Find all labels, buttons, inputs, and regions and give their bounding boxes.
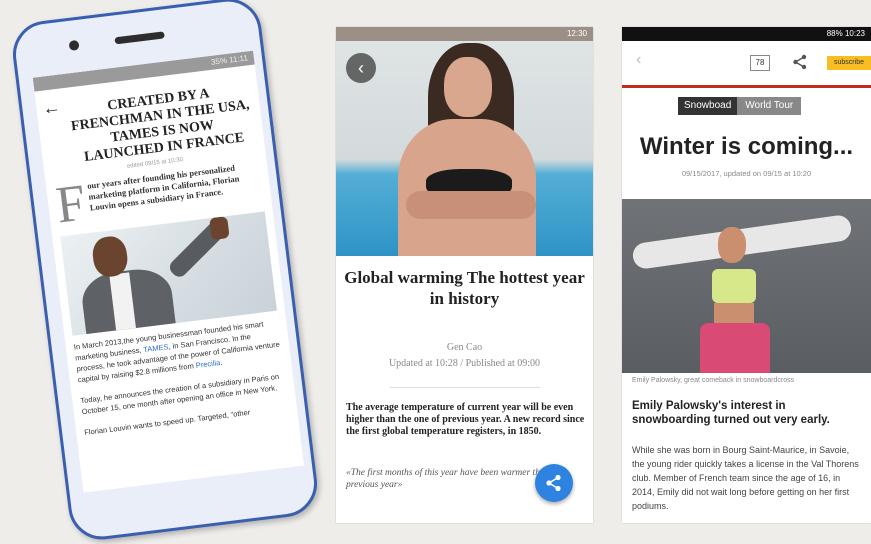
article-photo xyxy=(60,211,277,336)
arrow-left-icon[interactable]: ← xyxy=(41,97,61,120)
article-screen-right: 88% 10:23 ‹ 78 subscribe Snowboad World … xyxy=(622,27,871,523)
phone-left: 35% 11:11 ← CREATED BY A FRENCHMAN IN TH… xyxy=(9,0,321,544)
divider xyxy=(390,387,540,388)
category-tags: Snowboad World Tour xyxy=(678,97,802,115)
status-bar: 88% 10:23 xyxy=(622,27,871,41)
publish-info: Updated at 10:28 / Published at 09:00 xyxy=(388,358,541,369)
precilia-link[interactable]: Precilia xyxy=(195,358,221,370)
article-lead: The average temperature of current year … xyxy=(346,402,585,437)
back-arrow-icon[interactable]: ‹ xyxy=(346,53,376,83)
article-body: While she was born in Bourg Saint-Mauric… xyxy=(632,445,859,511)
tag-snowboard[interactable]: Snowboad xyxy=(678,97,738,115)
comment-count[interactable]: 78 xyxy=(750,55,770,71)
status-time: 12:30 xyxy=(566,29,587,38)
article-photo xyxy=(622,199,871,373)
article-screen-middle: 12:30 ‹ Global warming The hottest year … xyxy=(336,27,593,523)
text: . xyxy=(219,357,223,367)
toolbar: ‹ 78 subscribe xyxy=(622,41,871,88)
share-icon xyxy=(546,474,561,492)
drop-cap: F xyxy=(53,174,89,235)
phone-frame: 35% 11:11 ← CREATED BY A FRENCHMAN IN TH… xyxy=(9,0,321,544)
article-headline: Winter is coming... xyxy=(639,133,854,160)
subscribe-button[interactable]: subscribe xyxy=(827,56,871,70)
speaker-grille xyxy=(114,31,165,45)
tag-world-tour[interactable]: World Tour xyxy=(737,97,802,115)
photo-caption: Emily Palowsky, great comeback in snowbo… xyxy=(632,377,795,384)
share-icon[interactable] xyxy=(792,54,808,75)
status-bar: 12:30 xyxy=(336,27,593,41)
article-title: Global warming The hottest year in histo… xyxy=(344,268,585,308)
author-name: Gen Cao xyxy=(446,342,483,353)
article-body: In March 2013,the young businessman foun… xyxy=(73,317,289,438)
share-button[interactable] xyxy=(535,464,573,502)
article-date: 09/15/2017, updated on 09/15 at 10:20 xyxy=(681,169,812,178)
article-subhead: Emily Palowsky's interest in snowboardin… xyxy=(632,400,830,426)
article-screen-left: 35% 11:11 ← CREATED BY A FRENCHMAN IN TH… xyxy=(32,50,304,493)
chevron-left-icon[interactable]: ‹ xyxy=(636,51,641,69)
tames-link[interactable]: TAMES xyxy=(143,342,169,354)
camera-icon xyxy=(68,39,80,51)
